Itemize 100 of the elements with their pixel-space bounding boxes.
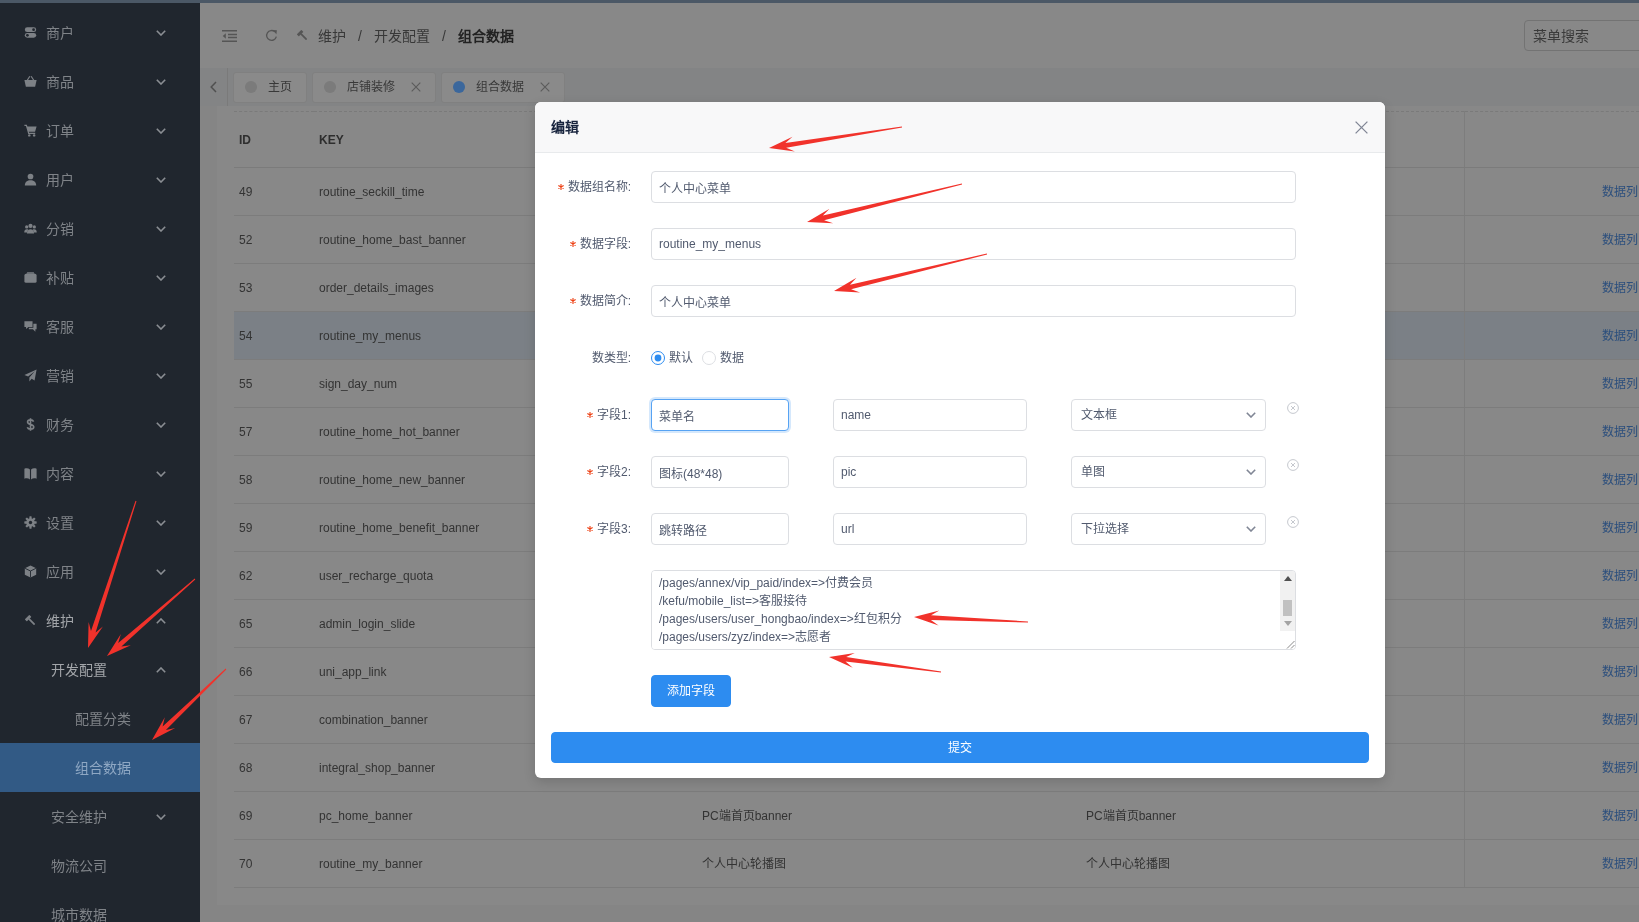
table-link[interactable]: 数据列 bbox=[1602, 568, 1638, 583]
dot-icon bbox=[453, 81, 465, 93]
remove-icon[interactable] bbox=[1287, 459, 1299, 471]
book-icon bbox=[24, 467, 37, 480]
table-link[interactable]: 数据列 bbox=[1602, 712, 1638, 727]
table-link[interactable]: 数据列 bbox=[1602, 664, 1638, 679]
table-link[interactable]: 数据列 bbox=[1602, 760, 1638, 775]
sidebar-item[interactable]: 内容 bbox=[0, 449, 200, 498]
scrollbar-thumb[interactable] bbox=[1283, 600, 1292, 616]
table-cell: uni_app_link bbox=[319, 664, 387, 679]
field-label: 字段2: bbox=[597, 465, 631, 479]
text-field[interactable]: 图标(48*48) bbox=[651, 456, 789, 488]
sidebar-item[interactable]: 物流公司 bbox=[0, 841, 200, 890]
table-link[interactable]: 数据列 bbox=[1602, 184, 1638, 199]
table-link[interactable]: 数据列 bbox=[1602, 616, 1638, 631]
table-cell: 个人中心轮播图 bbox=[702, 856, 786, 871]
sidebar-item[interactable]: 安全维护 bbox=[0, 792, 200, 841]
table-cell: routine_home_benefit_banner bbox=[319, 520, 480, 535]
table-cell: PC端首页banner bbox=[702, 808, 793, 823]
select-field[interactable]: 文本框 bbox=[1071, 399, 1266, 431]
submit-button[interactable]: 提交 bbox=[551, 732, 1369, 763]
text-field[interactable]: routine_my_menus bbox=[651, 228, 1296, 260]
radio-option[interactable]: 数据 bbox=[702, 351, 744, 365]
column-header: ID bbox=[239, 132, 251, 147]
textarea-field[interactable]: /pages/annex/vip_paid/index=>付费会员 /kefu/mobile_list=>客服接待 /pages/users/user_hongbao/index=>红包积分 /pages/users/zyz/index=>志愿者 bbox=[651, 570, 1296, 650]
close-icon[interactable] bbox=[540, 82, 550, 92]
text-field[interactable]: 个人中心菜单 bbox=[651, 285, 1296, 317]
table-cell: routine_home_hot_banner bbox=[319, 424, 460, 439]
table-link[interactable]: 数据列 bbox=[1602, 856, 1638, 871]
field-label: 数据字段: bbox=[579, 237, 631, 251]
select-field[interactable]: 单图 bbox=[1071, 456, 1266, 488]
gear-icon bbox=[24, 516, 37, 529]
table-cell: pc_home_banner bbox=[319, 808, 413, 823]
text-field[interactable]: 跳转路径 bbox=[651, 513, 789, 545]
sidebar-item[interactable]: 设置 bbox=[0, 498, 200, 547]
tab[interactable]: 组合数据 bbox=[441, 71, 565, 103]
sidebar-item[interactable]: 商品 bbox=[0, 57, 200, 106]
menu-fold-icon[interactable] bbox=[222, 29, 237, 42]
select-field[interactable]: 下拉选择 bbox=[1071, 513, 1266, 545]
table-link[interactable]: 数据列 bbox=[1602, 376, 1638, 391]
sidebar-item[interactable]: 组合数据 bbox=[0, 743, 200, 792]
sidebar-item[interactable]: 客服 bbox=[0, 302, 200, 351]
text-field[interactable]: pic bbox=[833, 456, 1027, 488]
sidebar-item[interactable]: 商户 bbox=[0, 8, 200, 57]
remove-icon[interactable] bbox=[1287, 402, 1299, 414]
sidebar-item[interactable]: 应用 bbox=[0, 547, 200, 596]
remove-icon[interactable] bbox=[1287, 516, 1299, 528]
search-field[interactable]: 菜单搜索 bbox=[1524, 20, 1639, 51]
text-field[interactable]: 个人中心菜单 bbox=[651, 171, 1296, 203]
table-link[interactable]: 数据列 bbox=[1602, 808, 1638, 823]
close-icon[interactable] bbox=[1355, 120, 1368, 134]
resize-grip-icon[interactable] bbox=[1286, 640, 1295, 649]
breadcrumb-item: 开发配置 bbox=[373, 27, 430, 44]
sidebar-item[interactable]: 城市数据 bbox=[0, 890, 200, 922]
table-cell: 52 bbox=[239, 232, 253, 247]
field-label: 数据组名称: bbox=[567, 180, 631, 194]
sidebar-item[interactable]: 配置分类 bbox=[0, 694, 200, 743]
tab[interactable]: 主页 bbox=[233, 71, 307, 103]
sidebar-item[interactable]: 分销 bbox=[0, 204, 200, 253]
sidebar-item[interactable]: 开发配置 bbox=[0, 645, 200, 694]
chevron-down-icon bbox=[1246, 469, 1256, 475]
table-cell: order_details_images bbox=[319, 280, 434, 295]
radio-option[interactable]: 默认 bbox=[651, 351, 693, 365]
table-link[interactable]: 数据列 bbox=[1602, 424, 1638, 439]
text-field[interactable]: 菜单名 bbox=[651, 399, 789, 431]
sidebar-item[interactable]: 订单 bbox=[0, 106, 200, 155]
column-header: KEY bbox=[319, 132, 344, 147]
sidebar-item[interactable]: 维护 bbox=[0, 596, 200, 645]
sidebar-item[interactable]: 营销 bbox=[0, 351, 200, 400]
table-cell: sign_day_num bbox=[319, 376, 398, 391]
tab[interactable]: 店铺装修 bbox=[312, 71, 436, 103]
table-link[interactable]: 数据列 bbox=[1602, 472, 1638, 487]
table-cell: 62 bbox=[239, 568, 253, 583]
refresh-icon[interactable] bbox=[265, 29, 278, 42]
table-link[interactable]: 数据列 bbox=[1602, 520, 1638, 535]
table-cell: routine_my_banner bbox=[319, 856, 423, 871]
table-cell: 57 bbox=[239, 424, 253, 439]
breadcrumb-item: 维护 bbox=[318, 27, 346, 44]
table-link[interactable]: 数据列 bbox=[1602, 232, 1638, 247]
chat-icon bbox=[24, 320, 37, 333]
table-link[interactable]: 数据列 bbox=[1602, 280, 1638, 295]
text-field[interactable]: name bbox=[833, 399, 1027, 431]
sidebar-item[interactable]: 补贴 bbox=[0, 253, 200, 302]
table-link[interactable]: 数据列 bbox=[1602, 328, 1638, 343]
table-cell: 55 bbox=[239, 376, 253, 391]
add-field-button[interactable]: 添加字段 bbox=[651, 675, 731, 707]
chevron-down-icon bbox=[1246, 526, 1256, 532]
sidebar-item[interactable]: 财务 bbox=[0, 400, 200, 449]
breadcrumb-item: 组合数据 bbox=[457, 27, 514, 44]
table-cell: combination_banner bbox=[319, 712, 428, 727]
table-cell: admin_login_slide bbox=[319, 616, 416, 631]
sidebar-item[interactable]: 用户 bbox=[0, 155, 200, 204]
field-label: 数类型: bbox=[591, 351, 631, 365]
text-field[interactable]: url bbox=[833, 513, 1027, 545]
scroll-down-icon[interactable] bbox=[1283, 621, 1292, 626]
close-icon[interactable] bbox=[411, 82, 421, 92]
table-cell: 67 bbox=[239, 712, 253, 727]
table-cell: 53 bbox=[239, 280, 253, 295]
person-icon bbox=[24, 173, 37, 186]
scroll-up-icon[interactable] bbox=[1283, 576, 1292, 581]
